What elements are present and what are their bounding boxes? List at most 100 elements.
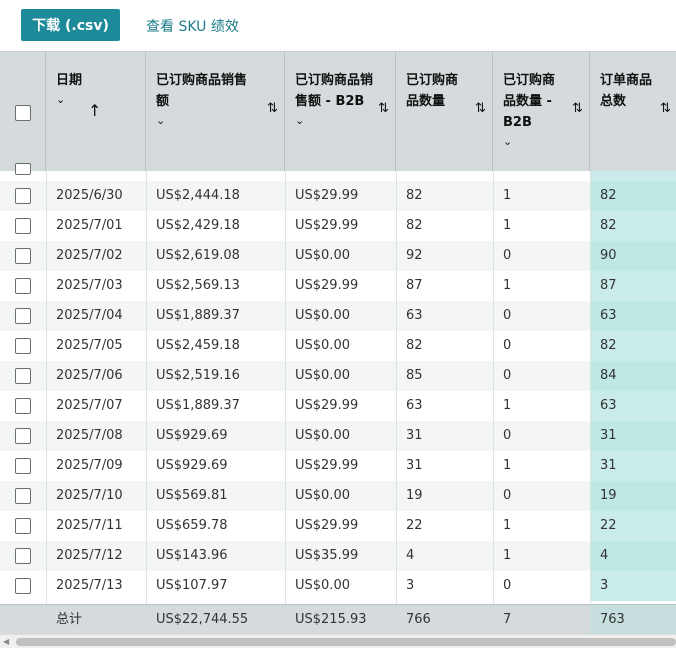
table-cell: US$0.00 xyxy=(295,308,350,323)
table-row[interactable]: 2025/7/03 US$2,569.13 US$29.99 87 1 87 xyxy=(0,271,676,301)
table-cell: 82 xyxy=(590,211,676,241)
table-cell: 63 xyxy=(406,308,423,323)
table-cell: 0 xyxy=(503,488,512,503)
table-cell: US$143.96 xyxy=(156,548,228,563)
row-checkbox[interactable] xyxy=(15,248,31,264)
table-row[interactable]: 2025/7/08 US$929.69 US$0.00 31 0 31 xyxy=(0,421,676,451)
row-checkbox[interactable] xyxy=(15,278,31,294)
table-cell: 82 xyxy=(590,181,676,211)
date-cell: 2025/7/08 xyxy=(56,428,123,443)
row-checkbox[interactable] xyxy=(15,338,31,354)
totals-cell: US$215.93 xyxy=(295,612,367,627)
date-cell: 2025/7/11 xyxy=(56,518,123,533)
chevron-down-icon[interactable]: ⌄ xyxy=(503,135,579,148)
table-row-partial xyxy=(0,163,676,181)
table-cell: 0 xyxy=(503,428,512,443)
table-cell: US$29.99 xyxy=(295,218,359,233)
table-row[interactable]: 2025/7/05 US$2,459.18 US$0.00 82 0 82 xyxy=(0,331,676,361)
scroll-left-icon[interactable]: ◀ xyxy=(3,637,9,646)
date-cell: 2025/7/02 xyxy=(56,248,123,263)
sort-icon[interactable]: ⇅ xyxy=(378,101,389,116)
table-row[interactable]: 2025/7/11 US$659.78 US$29.99 22 1 22 xyxy=(0,511,676,541)
table-row[interactable]: 2025/7/04 US$1,889.37 US$0.00 63 0 63 xyxy=(0,301,676,331)
sort-ascending-icon[interactable]: ↑ xyxy=(88,101,101,120)
table-cell: US$29.99 xyxy=(295,458,359,473)
table-cell: 87 xyxy=(590,271,676,301)
table-row[interactable]: 2025/7/07 US$1,889.37 US$29.99 63 1 63 xyxy=(0,391,676,421)
table-row[interactable]: 2025/7/12 US$143.96 US$35.99 4 1 4 xyxy=(0,541,676,571)
chevron-down-icon[interactable]: ⌄ xyxy=(295,114,385,127)
date-cell: 2025/7/01 xyxy=(56,218,123,233)
row-checkbox[interactable] xyxy=(15,548,31,564)
table-cell: 3 xyxy=(406,578,415,593)
table-cell: US$0.00 xyxy=(295,248,350,263)
table-cell: 85 xyxy=(406,368,423,383)
date-cell: 2025/7/06 xyxy=(56,368,123,383)
highlight-cell xyxy=(590,171,676,181)
table-cell: US$1,889.37 xyxy=(156,308,240,323)
header-total-order-items[interactable]: 订单商品总数 ⇅ xyxy=(590,52,676,171)
row-checkbox[interactable] xyxy=(15,578,31,594)
row-checkbox[interactable] xyxy=(15,218,31,234)
row-checkbox[interactable] xyxy=(15,398,31,414)
totals-cell: 766 xyxy=(406,612,431,627)
table-cell: 87 xyxy=(406,278,423,293)
table-row[interactable]: 2025/6/30 US$2,444.18 US$29.99 82 1 82 xyxy=(0,181,676,211)
table-cell: US$2,619.08 xyxy=(156,248,240,263)
table-cell: 92 xyxy=(406,248,423,263)
sort-icon[interactable]: ⇅ xyxy=(660,101,671,116)
totals-label: 总计 xyxy=(56,612,83,627)
header-total-order-items-label: 订单商品总数 xyxy=(600,73,653,109)
row-checkbox[interactable] xyxy=(15,428,31,444)
sort-icon[interactable]: ⇅ xyxy=(475,101,486,116)
header-ordered-units[interactable]: 已订购商品数量 ⇅ xyxy=(396,52,493,171)
row-checkbox[interactable] xyxy=(15,518,31,534)
row-checkbox[interactable] xyxy=(15,308,31,324)
chevron-down-icon[interactable]: ⌄ xyxy=(156,114,274,127)
table-row[interactable]: 2025/7/06 US$2,519.16 US$0.00 85 0 84 xyxy=(0,361,676,391)
view-sku-performance-link[interactable]: 查看 SKU 绩效 xyxy=(146,16,239,36)
table-cell: US$2,569.13 xyxy=(156,278,240,293)
table-row[interactable]: 2025/7/01 US$2,429.18 US$29.99 82 1 82 xyxy=(0,211,676,241)
table-cell: US$659.78 xyxy=(156,518,228,533)
table-cell: 0 xyxy=(503,338,512,353)
header-ordered-sales-b2b[interactable]: 已订购商品销售额 - B2B ⌄ ⇅ xyxy=(285,52,396,171)
table-row[interactable]: 2025/7/02 US$2,619.08 US$0.00 92 0 90 xyxy=(0,241,676,271)
table-cell: 1 xyxy=(503,218,512,233)
row-checkbox[interactable] xyxy=(15,488,31,504)
row-checkbox[interactable] xyxy=(15,163,31,175)
table-cell: US$2,444.18 xyxy=(156,188,240,203)
table-cell: 4 xyxy=(590,541,676,571)
sort-icon[interactable]: ⇅ xyxy=(267,101,278,116)
table-cell: US$0.00 xyxy=(295,578,350,593)
row-checkbox[interactable] xyxy=(15,458,31,474)
select-all-checkbox[interactable] xyxy=(15,105,31,121)
row-checkbox[interactable] xyxy=(15,188,31,204)
scrollbar-thumb[interactable] xyxy=(16,638,676,646)
table-row[interactable]: 2025/7/10 US$569.81 US$0.00 19 0 19 xyxy=(0,481,676,511)
table-cell: US$2,429.18 xyxy=(156,218,240,233)
table-cell: US$29.99 xyxy=(295,188,359,203)
header-ordered-sales[interactable]: 已订购商品销售额 ⌄ ⇅ xyxy=(146,52,285,171)
table-cell: 82 xyxy=(590,331,676,361)
table-cell: US$2,459.18 xyxy=(156,338,240,353)
header-select-all xyxy=(0,52,46,171)
header-ordered-units-b2b[interactable]: 已订购商品数量 - B2B ⌄ ⇅ xyxy=(493,52,590,171)
totals-row: 总计 US$22,744.55 US$215.93 766 7 763 xyxy=(0,604,676,634)
sort-icon[interactable]: ⇅ xyxy=(572,101,583,116)
table-row[interactable]: 2025/7/09 US$929.69 US$29.99 31 1 31 xyxy=(0,451,676,481)
table-cell: US$29.99 xyxy=(295,518,359,533)
table-cell: 31 xyxy=(590,421,676,451)
table-cell: 0 xyxy=(503,578,512,593)
header-date[interactable]: 日期 ⌄ ↑ xyxy=(46,52,146,171)
table-cell: US$35.99 xyxy=(295,548,359,563)
row-checkbox[interactable] xyxy=(15,368,31,384)
data-grid: 日期 ⌄ ↑ 已订购商品销售额 ⌄ ⇅ 已订购商品销售额 - B2B ⌄ ⇅ 已… xyxy=(0,51,676,634)
column-divider xyxy=(590,171,591,604)
horizontal-scrollbar[interactable]: ◀ xyxy=(0,634,676,648)
toolbar: 下载 (.csv) 查看 SKU 绩效 xyxy=(0,0,676,50)
date-cell: 2025/7/04 xyxy=(56,308,123,323)
download-csv-button[interactable]: 下载 (.csv) xyxy=(21,9,120,41)
table-cell: 22 xyxy=(590,511,676,541)
table-row[interactable]: 2025/7/13 US$107.97 US$0.00 3 0 3 xyxy=(0,571,676,601)
